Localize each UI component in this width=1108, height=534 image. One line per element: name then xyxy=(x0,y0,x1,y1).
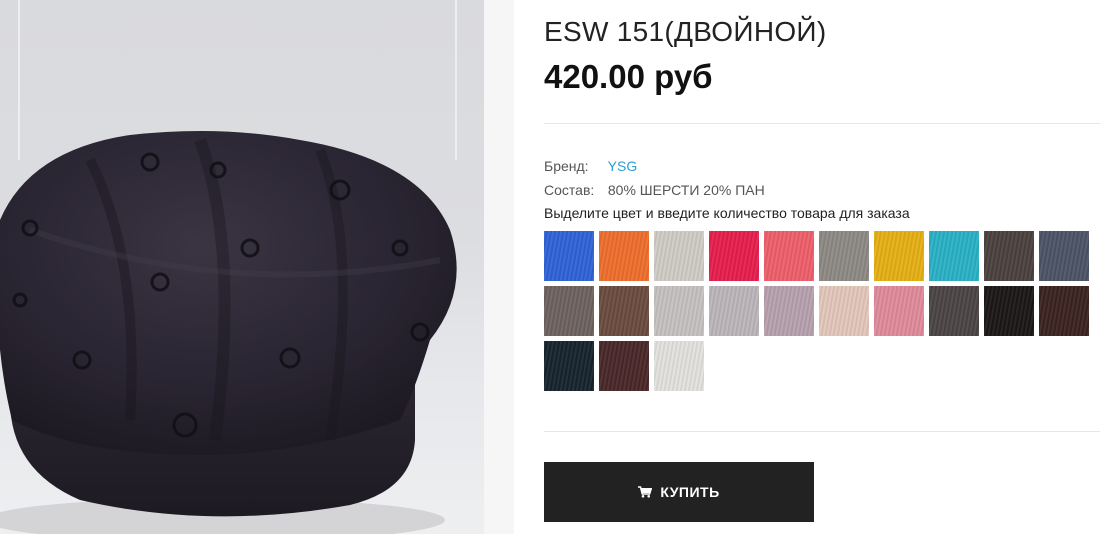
brand-row: Бренд: YSG xyxy=(544,158,637,174)
buy-button-label: КУПИТЬ xyxy=(660,484,720,500)
color-swatch[interactable] xyxy=(654,341,704,391)
color-swatch[interactable] xyxy=(874,286,924,336)
buy-button[interactable]: КУПИТЬ xyxy=(544,462,814,522)
color-swatch[interactable] xyxy=(819,231,869,281)
color-swatch[interactable] xyxy=(544,286,594,336)
color-swatch[interactable] xyxy=(544,341,594,391)
color-swatch[interactable] xyxy=(1039,286,1089,336)
color-swatch[interactable] xyxy=(709,231,759,281)
product-title: ESW 151(ДВОЙНОЙ) xyxy=(544,16,827,47)
brand-link[interactable]: YSG xyxy=(608,158,638,174)
color-swatch[interactable] xyxy=(929,286,979,336)
composition-value: 80% ШЕРСТИ 20% ПАН xyxy=(607,182,765,198)
divider xyxy=(544,431,1100,432)
color-swatch[interactable] xyxy=(599,231,649,281)
color-swatch[interactable] xyxy=(984,231,1034,281)
color-swatch[interactable] xyxy=(764,286,814,336)
product-image xyxy=(0,0,484,534)
color-swatch[interactable] xyxy=(654,286,704,336)
beret-photo xyxy=(0,131,457,534)
color-swatch-grid xyxy=(544,231,1104,391)
color-select-hint: Выделите цвет и введите количество товар… xyxy=(544,205,910,221)
image-gutter xyxy=(484,0,514,534)
color-swatch[interactable] xyxy=(599,286,649,336)
shopping-cart-icon xyxy=(638,486,653,498)
product-price: 420.00 руб xyxy=(544,58,713,95)
brand-label: Бренд: xyxy=(544,158,589,174)
color-swatch[interactable] xyxy=(709,286,759,336)
color-swatch[interactable] xyxy=(929,231,979,281)
color-swatch[interactable] xyxy=(654,231,704,281)
color-swatch[interactable] xyxy=(764,231,814,281)
color-swatch[interactable] xyxy=(819,286,869,336)
composition-row: Состав: 80% ШЕРСТИ 20% ПАН xyxy=(544,182,765,198)
composition-label: Состав: xyxy=(544,182,595,198)
color-swatch[interactable] xyxy=(984,286,1034,336)
color-swatch[interactable] xyxy=(874,231,924,281)
color-swatch[interactable] xyxy=(599,341,649,391)
divider xyxy=(544,123,1100,124)
color-swatch[interactable] xyxy=(1039,231,1089,281)
color-swatch[interactable] xyxy=(544,231,594,281)
